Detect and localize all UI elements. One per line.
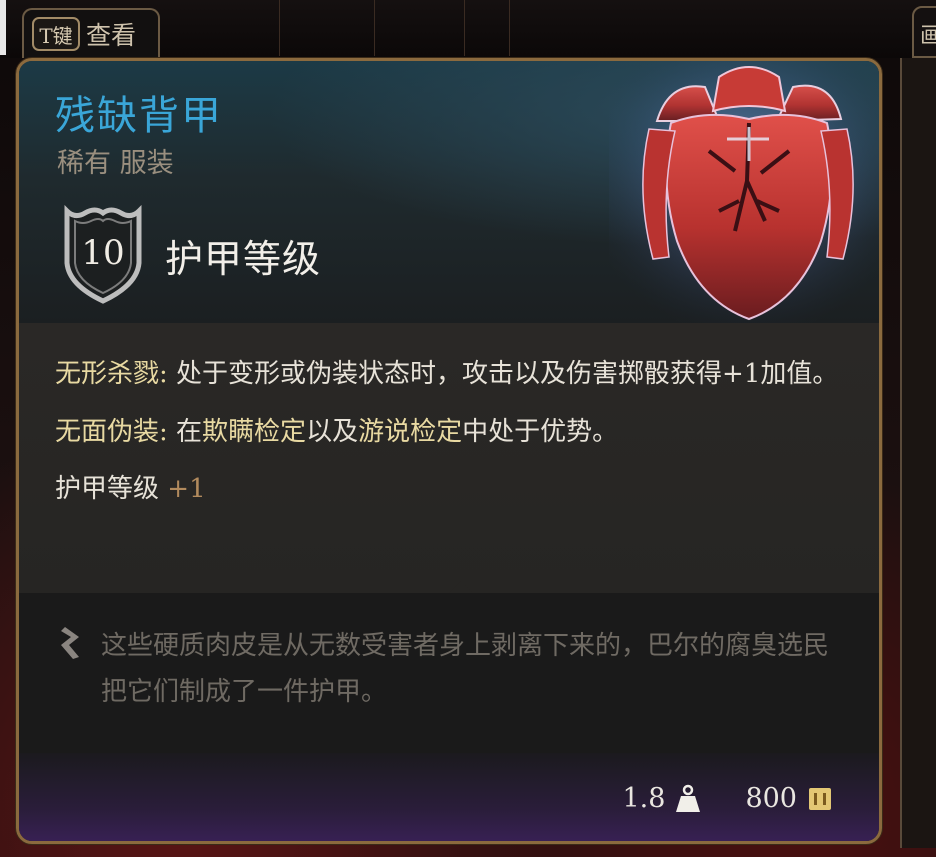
divider-notch: [449, 581, 473, 593]
right-tab[interactable]: 画: [912, 6, 936, 58]
bonus-value: +1: [167, 474, 206, 504]
item-weight: 1.8: [622, 783, 666, 814]
tooltip-header: 残缺背甲 稀有 服装 10 护甲等级: [19, 61, 879, 323]
armor-class-bonus: 护甲等级 +1: [55, 469, 843, 509]
edge-strip: [0, 0, 6, 55]
armor-class-label: 护甲等级: [165, 236, 322, 281]
item-name: 残缺背甲: [55, 93, 223, 139]
inspect-key-hint[interactable]: T键 查看: [22, 8, 160, 58]
lore-text: 这些硬质肉皮是从无数受害者身上剥离下来的，巴尔的腐臭选民把它们制成了一件护甲。: [101, 631, 830, 707]
item-stats: 1.8 800: [623, 783, 834, 814]
item-rarity-type: 稀有 服装: [57, 148, 174, 179]
armor-class-row: 10 护甲等级: [59, 205, 321, 305]
weight-icon: [676, 784, 701, 812]
deception-check-link[interactable]: 欺瞒检定: [202, 417, 306, 447]
shield-icon: 10: [59, 205, 147, 305]
t-key-cap: T键: [32, 17, 80, 51]
item-tooltip: 残缺背甲 稀有 服装 10 护甲等级 无形杀戮: 处于变形或伪装状态时，攻击以及…: [16, 58, 882, 844]
property-name: 无形杀戮:: [55, 359, 168, 389]
property-description: 处于变形或伪装状态时，攻击以及伤害掷骰获得+1加值。: [176, 359, 839, 389]
quill-icon: [61, 627, 79, 659]
tooltip-footer: 1.8 800: [19, 753, 879, 841]
item-properties: 无形杀戮: 处于变形或伪装状态时，攻击以及伤害掷骰获得+1加值。 无面伪装: 在…: [19, 323, 879, 593]
property-description-part: 以及: [306, 417, 359, 447]
lore-section: 这些硬质肉皮是从无数受害者身上剥离下来的，巴尔的腐臭选民把它们制成了一件护甲。: [19, 593, 879, 753]
armor-image: [609, 61, 879, 323]
property-name: 无面伪装:: [55, 417, 168, 447]
property-faceless-disguise: 无面伪装: 在欺瞒检定以及游说检定中处于优势。: [55, 411, 843, 453]
bonus-label: 护甲等级: [55, 474, 160, 504]
property-formless-slaughter: 无形杀戮: 处于变形或伪装状态时，攻击以及伤害掷骰获得+1加值。: [55, 353, 843, 395]
item-value: 800: [745, 783, 797, 814]
right-tab-label: 画: [920, 24, 936, 49]
inspect-label: 查看: [86, 21, 137, 50]
right-panel-edge: [900, 58, 936, 848]
property-description-part: 在: [176, 417, 203, 447]
gold-coin-icon: [809, 787, 831, 810]
persuasion-check-link[interactable]: 游说检定: [358, 417, 462, 447]
property-description-part: 中处于优势。: [462, 417, 619, 447]
armor-class-value: 10: [81, 233, 125, 273]
